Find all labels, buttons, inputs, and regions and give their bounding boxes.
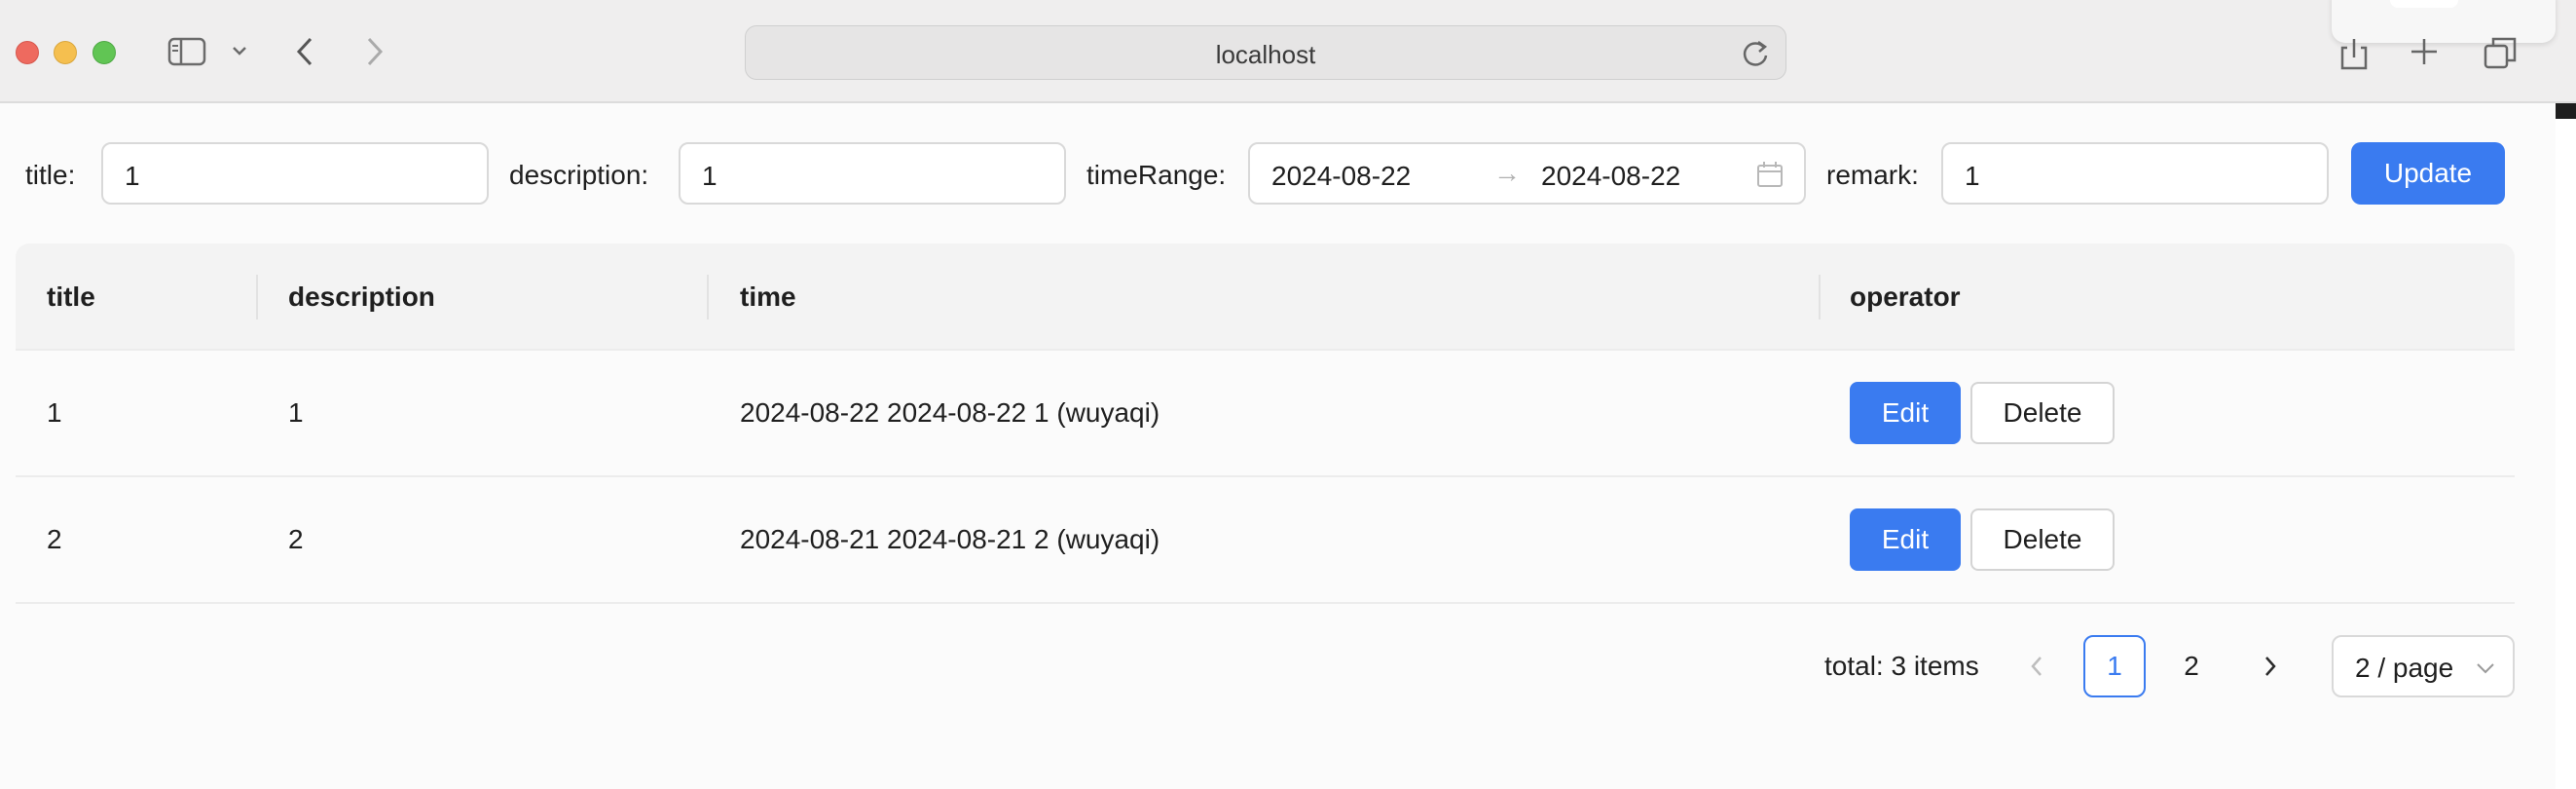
chevron-down-icon [2474,657,2497,680]
window-edge-shadow [2556,103,2576,119]
cell-time: 2024-08-21 2024-08-21 2 (wuyaqi) [740,524,1160,554]
reload-icon[interactable] [1739,36,1772,69]
forward-icon[interactable] [360,33,389,70]
remark-label: remark: [1826,160,1919,190]
new-tab-icon[interactable] [2408,35,2441,68]
window-edge [2556,103,2576,789]
sidebar-toggle-icon[interactable] [166,35,208,68]
page-button-2[interactable]: 2 [2160,635,2223,697]
page-size-value: 2 / page [2355,653,2454,683]
title-label: title: [25,160,76,190]
title-input-value: 1 [125,161,140,191]
page-size-select[interactable]: 2 / page [2332,635,2515,697]
cell-title: 1 [47,397,62,428]
back-icon[interactable] [290,33,319,70]
cell-title: 2 [47,524,62,554]
edit-form: title: 1 description: 1 timeRange: 2024-… [0,103,2556,247]
delete-button[interactable]: Delete [1970,508,2115,571]
calendar-icon[interactable] [1755,160,1785,189]
address-bar[interactable]: localhost [745,25,1786,80]
title-input[interactable]: 1 [101,142,489,205]
description-input-value: 1 [702,161,718,191]
update-button[interactable]: Update [2351,142,2505,205]
delete-button[interactable]: Delete [1970,382,2115,444]
column-header-description: description [288,282,435,312]
browser-toolbar: localhost [0,0,2576,103]
chevron-down-icon[interactable] [230,41,249,60]
description-input[interactable]: 1 [679,142,1066,205]
tab-overview-icon[interactable] [2481,33,2520,72]
remark-input-value: 1 [1965,161,1980,191]
timerange-picker[interactable]: 2024-08-22 → 2024-08-22 [1248,142,1806,205]
column-header-time: time [740,282,796,312]
cell-time: 2024-08-22 2024-08-22 1 (wuyaqi) [740,397,1160,428]
column-header-title: title [47,282,95,312]
table-row: 2 2 2024-08-21 2024-08-21 2 (wuyaqi) Edi… [16,477,2515,604]
prev-page-icon[interactable] [2017,645,2056,688]
share-icon[interactable] [2337,35,2372,72]
description-label: description: [509,160,649,190]
remark-input[interactable]: 1 [1941,142,2329,205]
timerange-end[interactable]: 2024-08-22 [1541,161,1680,192]
range-arrow-icon: → [1493,158,1521,188]
zoom-window-button[interactable] [92,41,116,64]
edit-button[interactable]: Edit [1850,508,1961,571]
cell-description: 1 [288,397,304,428]
address-url: localhost [1215,40,1316,69]
table-row: 1 1 2024-08-22 2024-08-22 1 (wuyaqi) Edi… [16,351,2515,477]
cell-description: 2 [288,524,304,554]
pagination: total: 3 items 1 2 2 / page [0,633,2556,701]
edit-button[interactable]: Edit [1850,382,1961,444]
timerange-start[interactable]: 2024-08-22 [1271,161,1411,192]
column-divider [707,275,709,319]
minimize-window-button[interactable] [54,41,77,64]
close-window-button[interactable] [16,41,39,64]
next-page-icon[interactable] [2251,645,2290,688]
column-header-operator: operator [1850,282,1961,312]
timerange-label: timeRange: [1086,160,1227,190]
data-table: title description time operator 1 1 2024… [16,244,2515,604]
column-divider [256,275,258,319]
table-header: title description time operator [16,244,2515,351]
page-button-1[interactable]: 1 [2083,635,2146,697]
column-divider [1819,275,1821,319]
total-count: total: 3 items [1824,651,1979,681]
